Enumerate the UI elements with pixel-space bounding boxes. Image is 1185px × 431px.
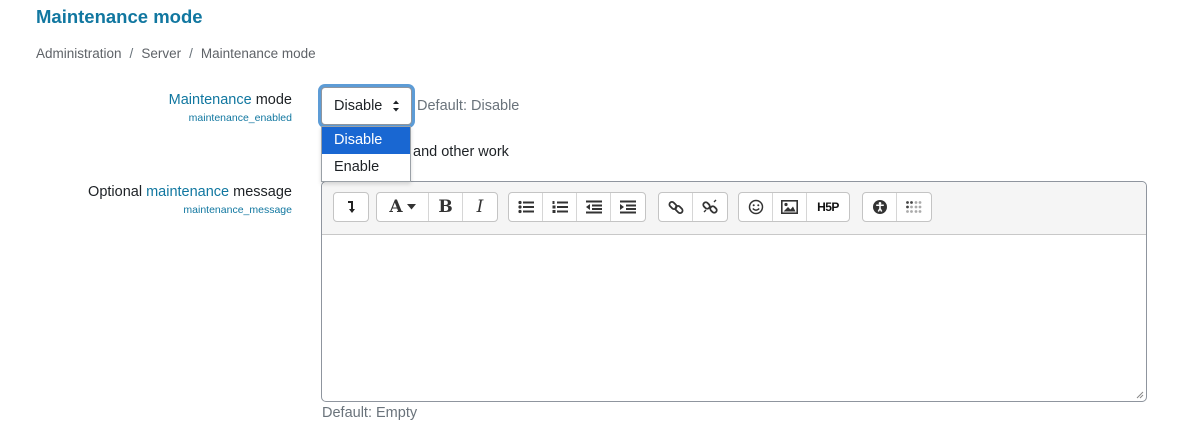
- maintenance-mode-select[interactable]: Disable: [321, 87, 412, 125]
- breadcrumb-item-current: Maintenance mode: [200, 46, 316, 61]
- toolbar-group-accessibility: [862, 192, 932, 222]
- italic-button[interactable]: I: [463, 193, 497, 221]
- toolbar-group-media: H5P: [738, 192, 850, 222]
- maintenance-message-editor: A B I H5P: [321, 181, 1147, 402]
- show-more-icon[interactable]: [334, 193, 368, 221]
- bold-icon: B: [438, 197, 453, 217]
- maintenance-message-label: Optional maintenance message: [88, 184, 292, 200]
- maintenance-enabled-label: Maintenance mode: [168, 92, 292, 108]
- maintenance-mode-default: Default: Disable: [417, 98, 520, 114]
- maintenance-enabled-label-block: Maintenance mode maintenance_enabled: [169, 92, 292, 124]
- page-title: Maintenance mode: [36, 6, 203, 27]
- maintenance-mode-dropdown: Disable Enable: [321, 126, 411, 182]
- maintenance-mode-select-value: Disable: [334, 98, 383, 114]
- breadcrumb-item-server[interactable]: Server: [141, 46, 181, 61]
- ordered-list-icon[interactable]: [543, 193, 577, 221]
- maintenance-mode-description: and other work: [413, 144, 509, 160]
- h5p-button[interactable]: H5P: [807, 193, 849, 221]
- emoji-icon[interactable]: [739, 193, 773, 221]
- accessibility-checker-icon[interactable]: [863, 193, 897, 221]
- breadcrumb-item-administration[interactable]: Administration: [36, 46, 122, 61]
- chevron-down-icon: [406, 204, 416, 210]
- editor-content-area[interactable]: [322, 235, 1146, 401]
- editor-toolbar: A B I H5P: [322, 182, 1146, 235]
- maintenance-message-key: maintenance_message: [183, 204, 292, 216]
- unordered-list-icon[interactable]: [509, 193, 543, 221]
- toolbar-group-links: [658, 192, 728, 222]
- dropdown-option-enable[interactable]: Enable: [322, 154, 410, 181]
- font-style-icon: A: [389, 197, 403, 217]
- bold-button[interactable]: B: [429, 193, 463, 221]
- breadcrumb-separator: /: [129, 46, 134, 61]
- toolbar-group-text-style: A B I: [376, 192, 498, 222]
- h5p-icon: H5P: [817, 200, 839, 214]
- dropdown-option-disable[interactable]: Disable: [322, 127, 410, 154]
- screenreader-helper-icon[interactable]: [897, 193, 931, 221]
- outdent-icon[interactable]: [577, 193, 611, 221]
- maintenance-message-default: Default: Empty: [322, 405, 418, 421]
- breadcrumb: Administration / Server / Maintenance mode: [36, 46, 316, 61]
- indent-icon[interactable]: [611, 193, 645, 221]
- select-arrows-icon: [393, 100, 399, 112]
- maintenance-message-label-block: Optional maintenance message maintenance…: [88, 184, 292, 216]
- resize-handle-icon[interactable]: [1136, 391, 1144, 399]
- italic-icon: I: [476, 197, 484, 217]
- maintenance-enabled-key: maintenance_enabled: [188, 112, 292, 124]
- toolbar-group-lists: [508, 192, 646, 222]
- unlink-icon[interactable]: [693, 193, 727, 221]
- toolbar-group-more: [333, 192, 369, 222]
- link-icon[interactable]: [659, 193, 693, 221]
- breadcrumb-separator: /: [189, 46, 193, 61]
- font-style-button[interactable]: A: [377, 193, 429, 221]
- image-icon[interactable]: [773, 193, 807, 221]
